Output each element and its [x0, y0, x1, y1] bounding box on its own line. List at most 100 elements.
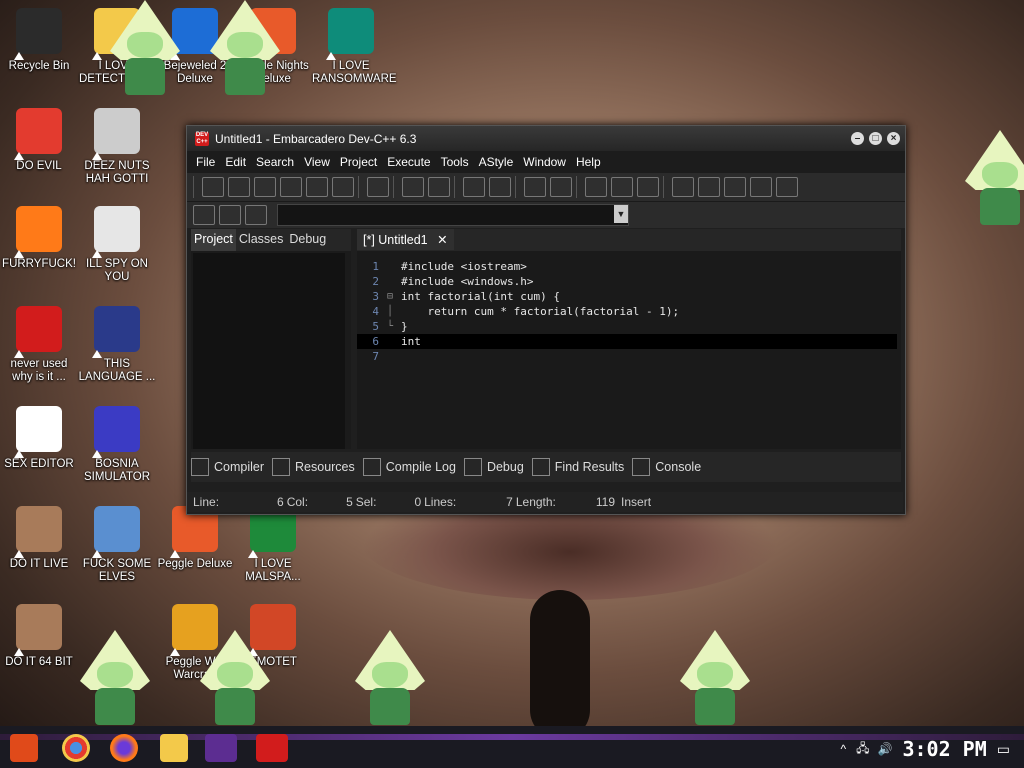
status-col-value: 5 [346, 495, 353, 509]
title-bar[interactable]: DEV C++ Untitled1 - Embarcadero Dev-C++ … [187, 126, 905, 151]
chevron-up-icon[interactable]: ^ [840, 742, 846, 756]
menu-tools[interactable]: Tools [436, 155, 474, 169]
tab-compile-log[interactable]: Compile Log [362, 458, 456, 476]
menu-view[interactable]: View [299, 155, 335, 169]
desktop-icon[interactable]: I LOVE MALSPA... [234, 506, 312, 584]
open-folder-icon[interactable] [228, 177, 250, 197]
function-combo[interactable]: ▼ [277, 204, 629, 226]
print-icon[interactable] [367, 177, 389, 197]
menu-execute[interactable]: Execute [382, 155, 435, 169]
menu-astyle[interactable]: AStyle [474, 155, 519, 169]
menu-edit[interactable]: Edit [220, 155, 251, 169]
devcpp-window[interactable]: DEV C++ Untitled1 - Embarcadero Dev-C++ … [186, 125, 906, 515]
desktop-icon[interactable]: never used why is it ... [0, 306, 78, 384]
project-icon[interactable] [193, 205, 215, 225]
desktop-icon[interactable]: I LOVE RANSOMWARE [312, 8, 397, 86]
toggle-bookmark-icon[interactable] [585, 177, 607, 197]
desktop-icon-label: DEEZ NUTS HAH GOTTI [84, 160, 150, 185]
tab-classes[interactable]: Classes [236, 229, 286, 251]
layout-icon[interactable] [672, 177, 694, 197]
bookmarks-icon[interactable] [245, 205, 267, 225]
tab-resources[interactable]: Resources [272, 458, 355, 476]
desktop-icon[interactable]: DEEZ NUTS HAH GOTTI [78, 108, 156, 186]
main-toolbar [187, 173, 905, 202]
unindent-icon[interactable] [489, 177, 511, 197]
desktop-icon-label: I LOVE RANSOMWARE [312, 60, 397, 85]
shortcut-arrow-icon [14, 648, 24, 656]
clock[interactable]: 3:02 PM [902, 737, 986, 761]
devcpp-taskbar-icon[interactable] [256, 734, 288, 762]
close-file-icon[interactable] [306, 177, 328, 197]
shortcut-arrow-icon [170, 550, 180, 558]
close-button[interactable]: × [887, 132, 900, 145]
window-icon[interactable] [698, 177, 720, 197]
volume-icon[interactable]: 🔊 [878, 742, 893, 756]
desktop-icon[interactable]: BOSNIA SIMULATOR [78, 406, 156, 484]
network-icon[interactable]: 🖧 [856, 739, 869, 760]
tab-debug-bottom[interactable]: Debug [463, 458, 524, 476]
goto-bookmark-icon[interactable] [611, 177, 633, 197]
check-icon[interactable] [776, 177, 798, 197]
menu-file[interactable]: File [191, 155, 220, 169]
desktop-icon[interactable]: THIS LANGUAGE ... [78, 306, 156, 384]
desktop-icon[interactable]: DO IT LIVE [0, 506, 78, 571]
minimize-button[interactable]: – [851, 132, 864, 145]
redo-icon[interactable] [550, 177, 572, 197]
project-tree[interactable] [193, 253, 345, 449]
indent-icon[interactable] [463, 177, 485, 197]
replace-icon[interactable] [428, 177, 450, 197]
fold-toggle-icon[interactable]: ⊟ [387, 289, 401, 304]
status-lines-label: Lines: [424, 495, 457, 509]
tab-find-results[interactable]: Find Results [531, 458, 624, 476]
peridot-mascot [670, 630, 760, 725]
editor-tab-untitled1[interactable]: [*] Untitled1 ✕ [357, 229, 454, 250]
desktop-icon[interactable]: FUCK SOME ELVES [78, 506, 156, 584]
menu-project[interactable]: Project [335, 155, 382, 169]
maximize-button[interactable]: □ [869, 132, 882, 145]
peridot-mascot [955, 130, 1024, 225]
console-icon [632, 458, 651, 476]
notification-icon[interactable]: ▭ [997, 741, 1010, 758]
app-icon [14, 8, 62, 60]
status-sel-label: Sel: [355, 495, 377, 509]
close-icon[interactable]: ✕ [431, 232, 447, 247]
desktop-icon[interactable]: Recycle Bin [0, 8, 78, 73]
peridot-mascot [190, 630, 280, 725]
devcpp-app-icon: DEV C++ [195, 131, 209, 146]
undo-icon[interactable] [524, 177, 546, 197]
desktop-icon[interactable]: DO IT 64 BIT [0, 604, 78, 669]
tiles-icon[interactable] [750, 177, 772, 197]
file-explorer-icon[interactable] [160, 734, 188, 762]
visual-studio-icon[interactable] [205, 734, 237, 762]
desktop-icon[interactable]: SEX EDITOR [0, 406, 78, 471]
grid-icon[interactable] [724, 177, 746, 197]
find-icon[interactable] [402, 177, 424, 197]
tab-debug[interactable]: Debug [286, 229, 329, 251]
save-icon[interactable] [254, 177, 276, 197]
save-all-icon[interactable] [280, 177, 302, 197]
close-all-icon[interactable] [332, 177, 354, 197]
desktop-icon[interactable]: Peggle Deluxe [156, 506, 234, 571]
code-editor[interactable]: 1 #include <iostream> 2 #include <windows.… [357, 259, 897, 364]
desktop-icon[interactable]: ILL SPY ON YOU [78, 206, 156, 284]
tab-console[interactable]: Console [632, 458, 701, 476]
desktop-icon[interactable]: FURRYFUCK! [0, 206, 78, 271]
menu-window[interactable]: Window [518, 155, 571, 169]
desktop-icon-label: THIS LANGUAGE ... [78, 358, 156, 383]
chevron-down-icon[interactable]: ▼ [614, 205, 628, 223]
chrome-icon[interactable] [62, 734, 90, 762]
firefox-icon[interactable] [110, 734, 138, 762]
new-file-icon[interactable] [202, 177, 224, 197]
desktop-icon[interactable]: DO EVIL [0, 108, 78, 173]
taskbar: ^ 🖧 🔊 3:02 PM ▭ [0, 726, 1024, 768]
tab-project[interactable]: Project [191, 229, 236, 251]
bookmark-icon[interactable] [219, 205, 241, 225]
comment-icon[interactable] [637, 177, 659, 197]
menu-help[interactable]: Help [571, 155, 606, 169]
shortcut-arrow-icon [14, 250, 24, 258]
tab-compiler[interactable]: Compiler [191, 458, 264, 476]
menu-search[interactable]: Search [251, 155, 299, 169]
desktop-icon-label: I LOVE MALSPA... [245, 558, 301, 583]
start-button[interactable] [10, 734, 38, 762]
code-line: 7 [372, 350, 379, 363]
